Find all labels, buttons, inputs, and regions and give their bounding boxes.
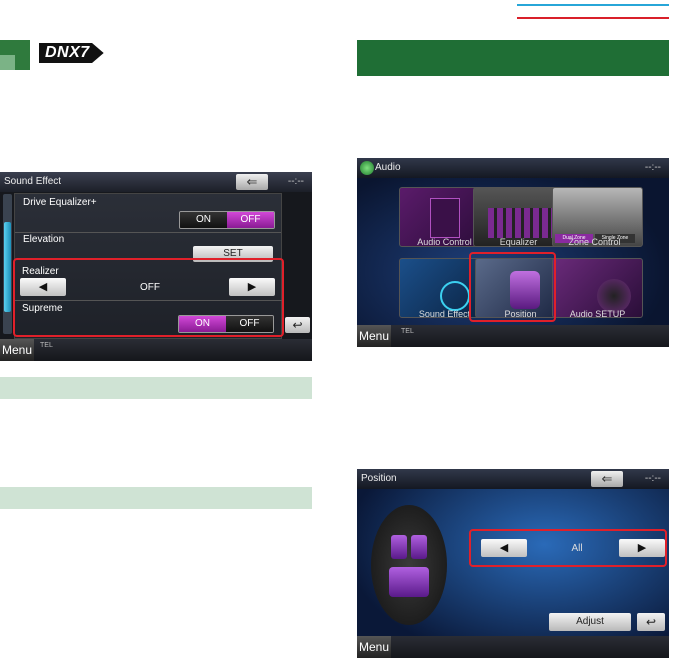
audio-source-icon: [360, 161, 374, 175]
supreme-off-button[interactable]: OFF: [226, 316, 273, 332]
scrollbar-track[interactable]: [3, 194, 12, 334]
elevation-label: Elevation: [23, 234, 65, 245]
rear-seat: [389, 567, 429, 597]
left-arrow-icon: ◀: [499, 542, 509, 554]
eq-bars-graphic: [488, 208, 552, 238]
realizer-right-button[interactable]: ▶: [229, 278, 275, 296]
back-button[interactable]: ⇐: [236, 174, 268, 190]
adjust-button[interactable]: Adjust: [549, 613, 631, 631]
return-button[interactable]: ↩: [637, 613, 665, 631]
position-highlight: [469, 252, 556, 322]
drive-eq-on-button[interactable]: ON: [180, 212, 227, 228]
front-seat-left: [391, 535, 407, 559]
title-bar: Audio: [357, 158, 669, 178]
subheading-bar-2: [0, 487, 312, 509]
sound-effect-screen: Sound Effect ⇐ --:-- Drive Equalizer+ ON…: [0, 172, 312, 361]
back-button[interactable]: ⇐: [591, 471, 623, 487]
front-seat-right: [411, 535, 427, 559]
screen-title: Sound Effect: [4, 176, 62, 187]
model-badge-text: DNX7: [39, 43, 104, 63]
supreme-on-button[interactable]: ON: [179, 316, 226, 332]
wave-graphic: [440, 281, 470, 311]
menu-button[interactable]: Menu: [357, 325, 391, 347]
left-arrow-icon: ◀: [38, 281, 48, 293]
crosshair-graphic: [430, 198, 460, 238]
section-marker-light: [0, 55, 15, 70]
header-rule-blue: [517, 4, 669, 6]
header-rule-red: [517, 17, 669, 19]
drive-eq-label: Drive Equalizer+: [23, 197, 97, 208]
subheading-bar-1: [0, 377, 312, 399]
scrollbar-thumb[interactable]: [4, 222, 11, 312]
menu-button[interactable]: Menu: [0, 339, 34, 361]
bottom-bar: [357, 636, 669, 658]
realizer-label: Realizer: [22, 266, 59, 277]
zone-control-caption: Zone Control: [568, 237, 621, 247]
position-value: All: [571, 543, 583, 554]
tel-indicator: TEL: [401, 328, 414, 335]
speaker-graphic: [597, 279, 631, 313]
drive-eq-off-button[interactable]: OFF: [227, 212, 274, 228]
position-screen: Position ⇐ --:-- ◀ All ▶ Adjust ↩ Menu: [357, 469, 669, 658]
row-divider: [15, 232, 281, 233]
seat-position-diagram: [371, 505, 447, 625]
clock: --:--: [287, 176, 304, 187]
return-button[interactable]: ↩: [285, 317, 310, 333]
realizer-value: OFF: [140, 282, 160, 293]
section-heading-bar: [357, 40, 669, 76]
model-badge: DNX7: [37, 41, 105, 65]
drive-eq-toggle[interactable]: ON OFF: [179, 211, 275, 229]
realizer-left-button[interactable]: ◀: [20, 278, 66, 296]
tel-indicator: TEL: [40, 342, 53, 349]
clock: --:--: [644, 162, 661, 173]
audio-setup-caption: Audio SETUP: [569, 309, 626, 319]
audio-menu-screen: Audio --:-- Audio Control Equalizer Dual…: [357, 158, 669, 347]
right-arrow-icon: ▶: [247, 281, 257, 293]
menu-button[interactable]: Menu: [357, 636, 391, 658]
right-arrow-icon: ▶: [637, 542, 647, 554]
screen-title: Position: [361, 473, 397, 484]
clock: --:--: [644, 473, 661, 484]
supreme-label: Supreme: [22, 303, 63, 314]
position-left-button[interactable]: ◀: [481, 539, 527, 557]
position-right-button[interactable]: ▶: [619, 539, 665, 557]
supreme-toggle[interactable]: ON OFF: [178, 315, 274, 333]
screen-title: Audio: [375, 162, 401, 173]
row-divider: [15, 300, 282, 301]
